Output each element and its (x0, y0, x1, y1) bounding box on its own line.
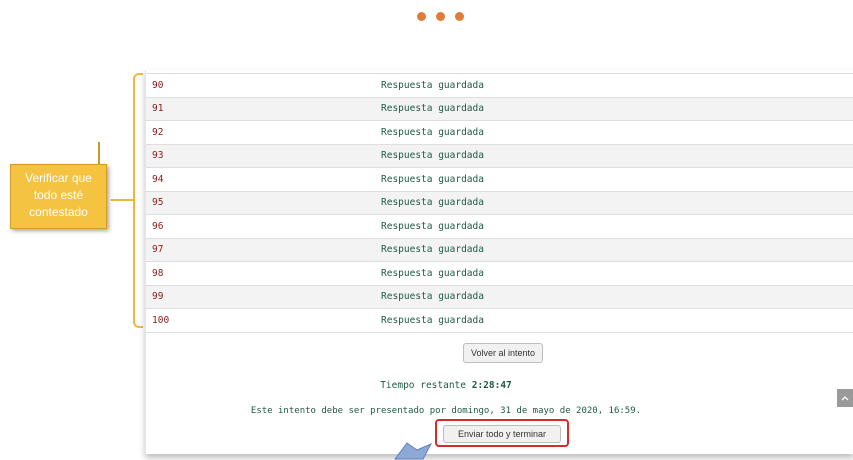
question-number[interactable]: 95 (146, 197, 381, 208)
dot (417, 12, 426, 21)
annotation-bracket (133, 73, 143, 328)
return-to-attempt-button[interactable]: Volver al intento (463, 343, 543, 363)
dot (455, 12, 464, 21)
question-number[interactable]: 96 (146, 221, 381, 232)
time-remaining-label: Tiempo restante (380, 380, 466, 391)
question-number[interactable]: 90 (146, 80, 381, 91)
table-row: 99 Respuesta guardada (146, 285, 853, 309)
time-remaining-value: 2:28:47 (471, 380, 512, 391)
question-number[interactable]: 99 (146, 291, 381, 302)
question-status: Respuesta guardada (381, 103, 484, 115)
question-number[interactable]: 91 (146, 103, 381, 114)
verify-callout: Verificar que todo esté contestado (10, 164, 107, 229)
question-number[interactable]: 93 (146, 150, 381, 161)
loading-dots (417, 12, 464, 21)
question-number[interactable]: 100 (146, 315, 381, 326)
question-number[interactable]: 97 (146, 244, 381, 255)
question-status: Respuesta guardada (381, 197, 484, 209)
question-status: Respuesta guardada (381, 314, 484, 326)
question-number[interactable]: 98 (146, 268, 381, 279)
callout-line (98, 142, 100, 164)
question-status: Respuesta guardada (381, 79, 484, 91)
table-row: 92 Respuesta guardada (146, 121, 853, 145)
question-status: Respuesta guardada (381, 244, 484, 256)
annotation-bracket-connector (111, 199, 133, 201)
submit-all-button[interactable]: Enviar todo y terminar (443, 425, 561, 443)
question-status: Respuesta guardada (381, 126, 484, 138)
table-row: 97 Respuesta guardada (146, 238, 853, 262)
question-number[interactable]: 92 (146, 127, 381, 138)
table-row: 94 Respuesta guardada (146, 168, 853, 192)
table-row: 96 Respuesta guardada (146, 215, 853, 239)
table-row: 91 Respuesta guardada (146, 97, 853, 121)
question-status: Respuesta guardada (381, 173, 484, 185)
table-row: 100 Respuesta guardada (146, 309, 853, 333)
table-row: 93 Respuesta guardada (146, 144, 853, 168)
scroll-top-button[interactable] (837, 389, 853, 407)
chevron-up-icon (841, 396, 849, 401)
deadline-text: Este intento debe ser presentado por dom… (250, 406, 642, 416)
table-row: 90 Respuesta guardada (146, 74, 853, 98)
attempt-summary-panel: 90 Respuesta guardada 91 Respuesta guardada… (145, 70, 853, 454)
question-status: Respuesta guardada (381, 150, 484, 162)
time-remaining: Tiempo restante 2:28:47 (146, 380, 746, 391)
question-status: Respuesta guardada (381, 267, 484, 279)
question-status: Respuesta guardada (381, 291, 484, 303)
question-status: Respuesta guardada (381, 220, 484, 232)
dot (436, 12, 445, 21)
table-row: 98 Respuesta guardada (146, 262, 853, 286)
table-row: 95 Respuesta guardada (146, 191, 853, 215)
question-number[interactable]: 94 (146, 174, 381, 185)
pointer-arrow-icon (394, 442, 433, 460)
summary-table: 90 Respuesta guardada 91 Respuesta guardada… (146, 73, 853, 333)
